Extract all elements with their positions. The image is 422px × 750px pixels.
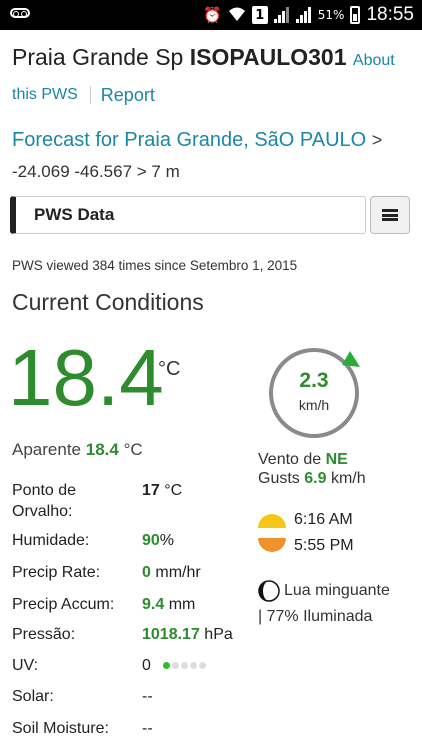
station-name: Praia Grande Sp [12,44,184,70]
condition-label: Humidade: [12,532,90,549]
forecast-row: Forecast for Praia Grande, SãO PAULO > [12,126,416,154]
views-count: PWS viewed 384 times since Setembro 1, 2… [12,258,298,273]
gusts-unit: km/h [330,470,366,487]
condition-value: -- [142,688,153,705]
sunset-time: 5:55 PM [294,537,354,554]
report-row: this PWS Report [12,84,155,106]
apparent-label: Aparente [12,440,81,459]
station-title: Praia Grande Sp ISOPAULO301 About [12,40,416,78]
section-title: Current Conditions [12,289,204,315]
uv-index-meter [163,662,207,670]
condition-unit: °C [164,482,183,499]
sunrise-row: 6:16 AM [258,511,353,529]
station-id: ISOPAULO301 [189,44,347,70]
wifi-icon [228,6,246,25]
condition-value: 1018.17 [142,626,200,643]
moon-phase-label: Lua minguante [284,582,390,599]
moon-phase: Lua minguante | 77% Iluminada [258,578,418,630]
temperature-unit: °C [158,358,181,380]
temperature-value: 18.4 [8,333,164,422]
condition-unit: % [159,532,175,549]
condition-value: 90 [142,532,160,549]
gusts-value: 6.9 [304,470,327,487]
signal-icon-2 [295,7,312,23]
apparent-temperature: Aparente 18.4 °C [12,440,143,460]
wind-speed-unit: km/h [298,397,330,413]
condition-label: Ponto de Orvalho: [12,482,77,520]
condition-label: Pressão: [12,626,76,643]
condition-value: 0 [142,657,151,674]
hamburger-icon [382,209,398,221]
sunset-row: 5:55 PM [258,537,354,555]
wind-direction-label: Vento de [258,451,322,468]
uv-dot [172,662,180,670]
condition-label: Precip Accum: [12,596,115,613]
uv-dot [181,662,189,670]
sunrise-time: 6:16 AM [294,511,353,528]
wind-compass-ring [269,348,360,438]
station-coordinates: -24.069 -46.567 > 7 m [12,162,180,181]
condition-unit: mm [168,596,196,613]
uv-dot [199,662,207,670]
signal-icon [273,7,290,23]
condition-value: 0 [142,564,151,581]
apparent-unit: °C [123,440,143,459]
wind-direction: NE [325,451,348,468]
sim-icon: 1 [251,6,268,24]
condition-value: 9.4 [142,596,165,613]
condition-unit: hPa [204,626,233,643]
status-bar: ⏰ 1 51% 18:55 [0,0,422,30]
gusts-label: Gusts [258,470,300,487]
condition-label: Precip Rate: [12,564,101,581]
pws-data-select[interactable]: PWS Data [10,196,366,234]
sunset-icon [258,538,286,552]
condition-label: UV: [12,657,39,674]
condition-value: -- [142,720,153,737]
forecast-arrow: > [371,130,383,150]
wind-details: Vento de NE Gusts 6.9 km/h [258,450,366,488]
voicemail-icon [10,8,30,18]
pws-data-select-label: PWS Data [34,205,115,224]
sunrise-icon [258,514,286,528]
divider [89,86,91,104]
moon-illumination: | 77% Iluminada [258,608,373,625]
wind-compass: 2.3 km/h [266,345,362,441]
condition-label: Solar: [12,688,54,705]
about-pws-link-cont[interactable]: this PWS [12,84,78,106]
moon-icon [258,580,280,602]
battery-icon [350,6,361,24]
uv-dot [163,662,171,670]
condition-value-wrap: 17 °C [142,480,182,501]
forecast-link[interactable]: Forecast for Praia Grande, SãO PAULO [12,129,366,151]
clock: 18:55 [366,4,414,25]
wind-speed: 2.3 [299,369,329,392]
condition-label: Soil Moisture: [12,720,109,737]
condition-unit: mm/hr [155,564,201,581]
uv-dot [190,662,198,670]
wind-direction-arrow-icon [342,351,360,367]
condition-value: 17 [142,482,160,499]
about-pws-link[interactable]: About [353,52,395,69]
report-link[interactable]: Report [101,84,155,106]
apparent-value: 18.4 [85,440,119,459]
alarm-icon: ⏰ [203,5,222,24]
battery-percent: 51% [317,8,345,22]
menu-button[interactable] [370,196,410,234]
